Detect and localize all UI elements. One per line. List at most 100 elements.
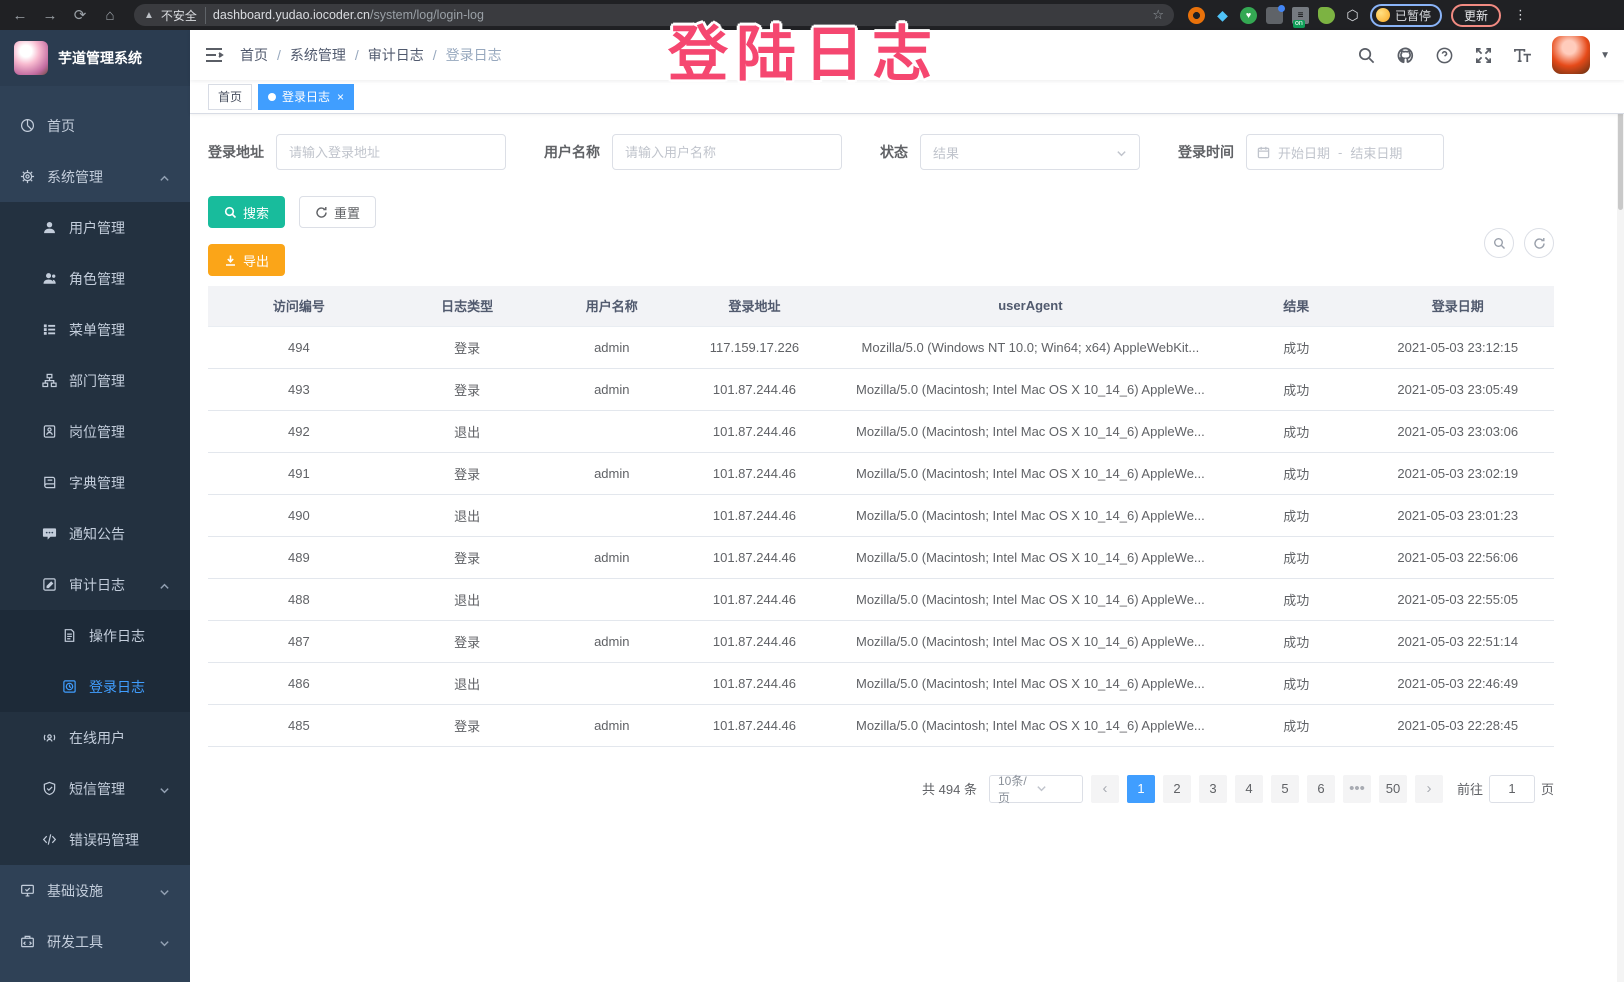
page-button[interactable]: 6 [1307, 775, 1335, 803]
reload-icon[interactable]: ⟳ [68, 3, 92, 27]
extension-heart-icon[interactable]: ♥ [1240, 7, 1257, 24]
date-range-picker[interactable]: 开始日期 - 结束日期 [1246, 134, 1444, 170]
address-input[interactable] [276, 134, 506, 170]
table-row[interactable]: 492退出101.87.244.46Mozilla/5.0 (Macintosh… [208, 410, 1554, 452]
security-label[interactable]: 不安全 [161, 7, 206, 24]
table-row[interactable]: 494登录admin117.159.17.226Mozilla/5.0 (Win… [208, 326, 1554, 368]
breadcrumb-item[interactable]: 登录日志 [446, 45, 502, 65]
cell: 2021-05-03 23:05:49 [1361, 368, 1554, 410]
sidebar-item[interactable]: 角色管理 [0, 253, 190, 304]
username-input[interactable] [612, 134, 842, 170]
font-size-icon[interactable] [1513, 46, 1532, 65]
breadcrumb-item[interactable]: 审计日志 [368, 45, 424, 65]
paused-label: 已暂停 [1395, 7, 1431, 24]
help-icon[interactable] [1435, 46, 1454, 65]
page-scrollbar[interactable] [1617, 30, 1624, 982]
page-button[interactable]: 2 [1163, 775, 1191, 803]
cell: 493 [208, 368, 390, 410]
extensions-puzzle-icon[interactable]: ⬡ [1344, 7, 1361, 24]
sidebar-item[interactable]: 审计日志 [0, 559, 190, 610]
url-path: /system/log/login-log [370, 8, 484, 22]
search-icon[interactable] [1357, 46, 1376, 65]
sidebar-item[interactable]: 短信管理 [0, 763, 190, 814]
screen: ← → ⟳ ⌂ ▲ 不安全 dashboard.yudao.iocoder.cn… [0, 0, 1624, 982]
sidebar-item[interactable]: 系统管理 [0, 151, 190, 202]
avatar-caret-down-icon[interactable]: ▼ [1600, 50, 1610, 61]
home-icon[interactable]: ⌂ [98, 3, 122, 27]
sidebar-item[interactable]: 字典管理 [0, 457, 190, 508]
user-avatar[interactable] [1552, 36, 1590, 74]
range-separator: - [1338, 145, 1342, 160]
sidebar-item-label: 部门管理 [69, 371, 125, 391]
sidebar-item[interactable]: 基础设施 [0, 865, 190, 916]
table-row[interactable]: 487登录admin101.87.244.46Mozilla/5.0 (Maci… [208, 620, 1554, 662]
extension-diamond-icon[interactable]: ◆ [1214, 7, 1231, 24]
page-button[interactable]: 1 [1127, 775, 1155, 803]
sidebar-item[interactable]: 研发工具 [0, 916, 190, 967]
column-header[interactable]: 访问编号 [208, 286, 390, 326]
tag-item[interactable]: 首页 [208, 84, 252, 110]
table-row[interactable]: 490退出101.87.244.46Mozilla/5.0 (Macintosh… [208, 494, 1554, 536]
paused-badge[interactable]: 已暂停 [1370, 4, 1442, 27]
hide-search-icon[interactable] [1484, 228, 1514, 258]
column-header[interactable]: 结果 [1231, 286, 1362, 326]
extension-bird-icon[interactable] [1318, 7, 1335, 24]
sidebar-item[interactable]: 菜单管理 [0, 304, 190, 355]
sidebar-item[interactable]: 通知公告 [0, 508, 190, 559]
column-header[interactable]: 日志类型 [390, 286, 545, 326]
extension-orange-icon[interactable] [1188, 7, 1205, 24]
prev-page-button[interactable]: ‹ [1091, 775, 1119, 803]
page-button[interactable]: 50 [1379, 775, 1407, 803]
table-row[interactable]: 485登录admin101.87.244.46Mozilla/5.0 (Maci… [208, 704, 1554, 746]
refresh-table-icon[interactable] [1524, 228, 1554, 258]
cell: Mozilla/5.0 (Windows NT 10.0; Win64; x64… [830, 326, 1231, 368]
extension-grid-icon[interactable] [1266, 7, 1283, 24]
sidebar-logo[interactable]: 芋道管理系统 [0, 30, 190, 86]
goto-label: 前往 [1457, 779, 1483, 798]
sidebar-item[interactable]: 首页 [0, 100, 190, 151]
page-button[interactable]: 4 [1235, 775, 1263, 803]
export-button[interactable]: 导出 [208, 244, 285, 276]
sidebar-item[interactable]: 部门管理 [0, 355, 190, 406]
error-code-icon [42, 832, 57, 847]
goto-page-input[interactable] [1489, 775, 1535, 803]
breadcrumb-item[interactable]: 系统管理 [290, 45, 346, 65]
table-row[interactable]: 489登录admin101.87.244.46Mozilla/5.0 (Maci… [208, 536, 1554, 578]
sidebar-item[interactable]: 操作日志 [0, 610, 190, 661]
table-row[interactable]: 486退出101.87.244.46Mozilla/5.0 (Macintosh… [208, 662, 1554, 704]
sidebar-item[interactable]: 用户管理 [0, 202, 190, 253]
column-header[interactable]: 用户名称 [544, 286, 679, 326]
column-header[interactable]: 登录地址 [679, 286, 830, 326]
fullscreen-icon[interactable] [1474, 46, 1493, 65]
breadcrumb-item[interactable]: 首页 [240, 45, 268, 65]
tag-dot-icon [268, 93, 276, 101]
sidebar-item[interactable]: 岗位管理 [0, 406, 190, 457]
page-button[interactable]: 3 [1199, 775, 1227, 803]
status-select[interactable]: 结果 [920, 134, 1140, 170]
github-icon[interactable] [1396, 46, 1415, 65]
page-size-select[interactable]: 10条/页 [989, 775, 1083, 803]
table-row[interactable]: 491登录admin101.87.244.46Mozilla/5.0 (Maci… [208, 452, 1554, 494]
table-row[interactable]: 493登录admin101.87.244.46Mozilla/5.0 (Maci… [208, 368, 1554, 410]
tag-active[interactable]: 登录日志× [258, 84, 354, 110]
bookmark-star-icon[interactable]: ☆ [1152, 7, 1164, 23]
back-icon[interactable]: ← [8, 3, 32, 27]
tag-close-icon[interactable]: × [337, 90, 344, 104]
column-header[interactable]: userAgent [830, 286, 1231, 326]
browser-menu-icon[interactable]: ⋮ [1510, 7, 1531, 23]
forward-icon[interactable]: → [38, 3, 62, 27]
address-bar[interactable]: ▲ 不安全 dashboard.yudao.iocoder.cn/system/… [134, 4, 1174, 26]
table-row[interactable]: 488退出101.87.244.46Mozilla/5.0 (Macintosh… [208, 578, 1554, 620]
extension-list-icon[interactable]: ≡on [1292, 7, 1309, 24]
next-page-button[interactable]: › [1415, 775, 1443, 803]
column-header[interactable]: 登录日期 [1361, 286, 1554, 326]
page-button[interactable]: 5 [1271, 775, 1299, 803]
sidebar-item[interactable]: 错误码管理 [0, 814, 190, 865]
sidebar-toggle-icon[interactable] [204, 45, 224, 65]
cell: admin [544, 620, 679, 662]
update-button[interactable]: 更新 [1451, 4, 1501, 27]
sidebar-item[interactable]: 在线用户 [0, 712, 190, 763]
sidebar-item[interactable]: 登录日志 [0, 661, 190, 712]
search-button[interactable]: 搜索 [208, 196, 285, 228]
reset-button[interactable]: 重置 [299, 196, 376, 228]
